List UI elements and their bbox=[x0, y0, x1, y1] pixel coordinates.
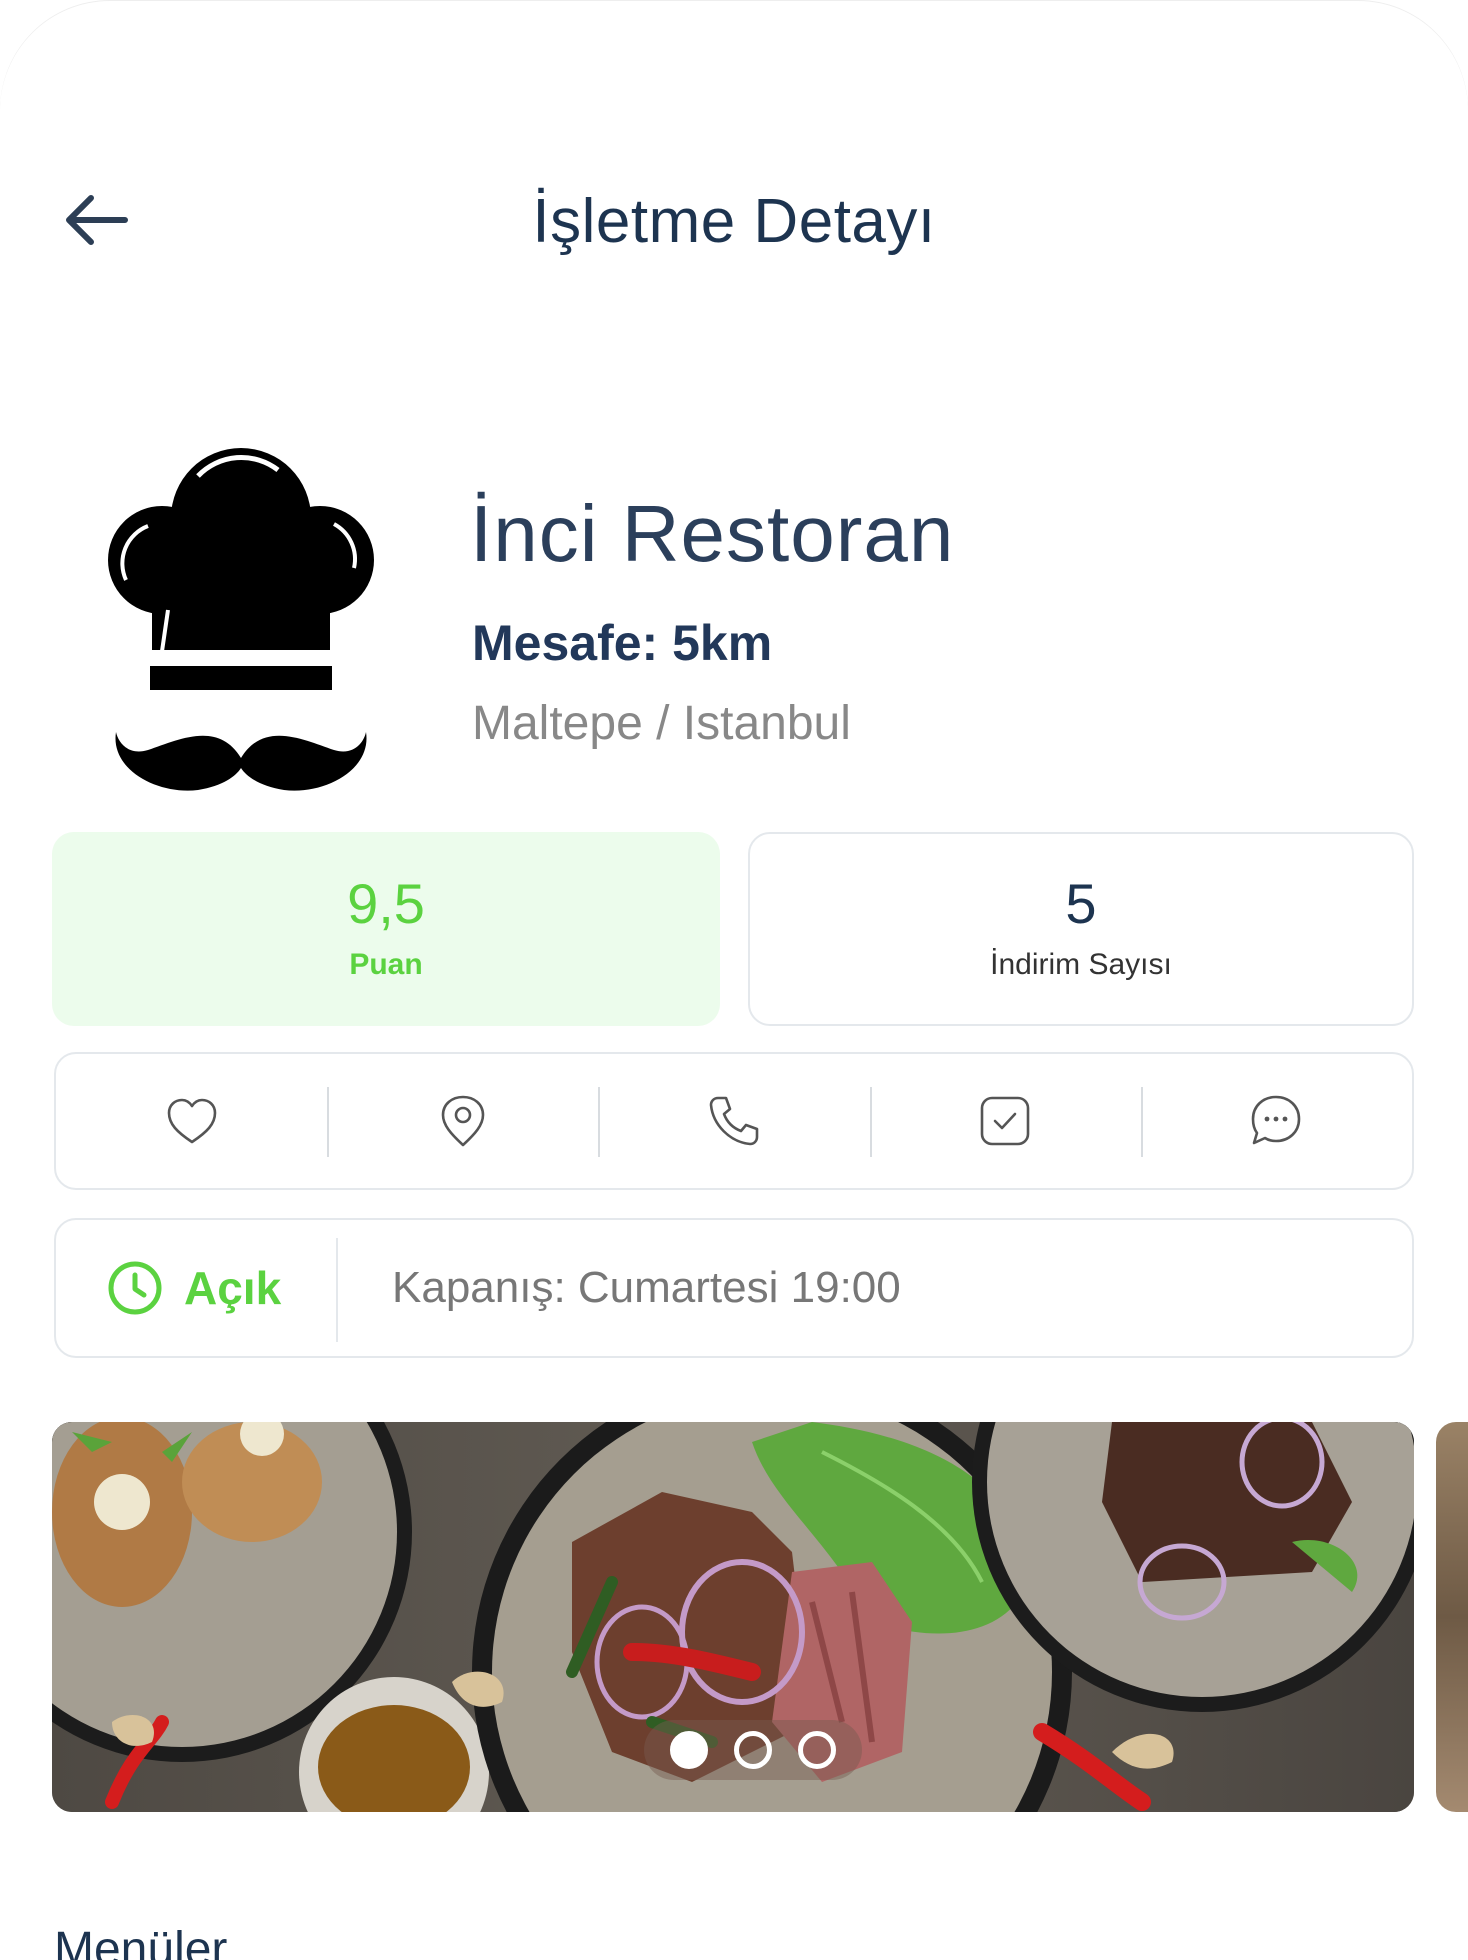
business-location: Maltepe / Istanbul bbox=[472, 697, 851, 750]
favorite-button[interactable] bbox=[56, 1054, 327, 1188]
clock-icon bbox=[108, 1261, 162, 1315]
closing-time: Kapanış: Cumartesi 19:00 bbox=[392, 1263, 901, 1312]
score-label: Puan bbox=[349, 948, 423, 981]
carousel-indicator bbox=[644, 1720, 862, 1780]
location-button[interactable] bbox=[327, 1054, 598, 1188]
score-value: 9,5 bbox=[347, 872, 425, 935]
carousel-dot[interactable] bbox=[734, 1731, 772, 1769]
carousel-dot[interactable] bbox=[798, 1731, 836, 1769]
next-photo-preview[interactable] bbox=[1436, 1422, 1468, 1812]
score-card: 9,5 Puan bbox=[52, 832, 720, 1026]
discount-count: 5 bbox=[1065, 872, 1097, 935]
heart-icon bbox=[167, 1098, 216, 1144]
menus-section-title: Menüler bbox=[54, 1923, 228, 1960]
divider bbox=[336, 1238, 338, 1342]
header: İşletme Detayı bbox=[0, 160, 1468, 280]
open-status: Açık bbox=[106, 1220, 281, 1356]
message-button[interactable] bbox=[1140, 1054, 1412, 1188]
action-bar bbox=[54, 1052, 1414, 1190]
chat-icon bbox=[1252, 1095, 1301, 1145]
checkin-button[interactable] bbox=[869, 1054, 1141, 1188]
checkbox-icon bbox=[980, 1096, 1030, 1146]
phone-icon bbox=[709, 1096, 759, 1146]
app-screen: İşletme Detayı İnci Restoran Mesafe: 5km… bbox=[0, 0, 1468, 1960]
opening-hours: Açık Kapanış: Cumartesi 19:00 bbox=[54, 1218, 1414, 1358]
business-name: İnci Restoran bbox=[470, 489, 955, 578]
discount-card[interactable]: 5 İndirim Sayısı bbox=[748, 832, 1414, 1026]
location-pin-icon bbox=[441, 1095, 485, 1147]
call-button[interactable] bbox=[598, 1054, 869, 1188]
business-distance: Mesafe: 5km bbox=[472, 615, 773, 671]
page-title: İşletme Detayı bbox=[532, 187, 936, 256]
chef-logo bbox=[108, 448, 374, 791]
discount-label: İndirim Sayısı bbox=[990, 948, 1172, 981]
open-status-text: Açık bbox=[184, 1262, 282, 1314]
carousel-dot[interactable] bbox=[670, 1731, 708, 1769]
